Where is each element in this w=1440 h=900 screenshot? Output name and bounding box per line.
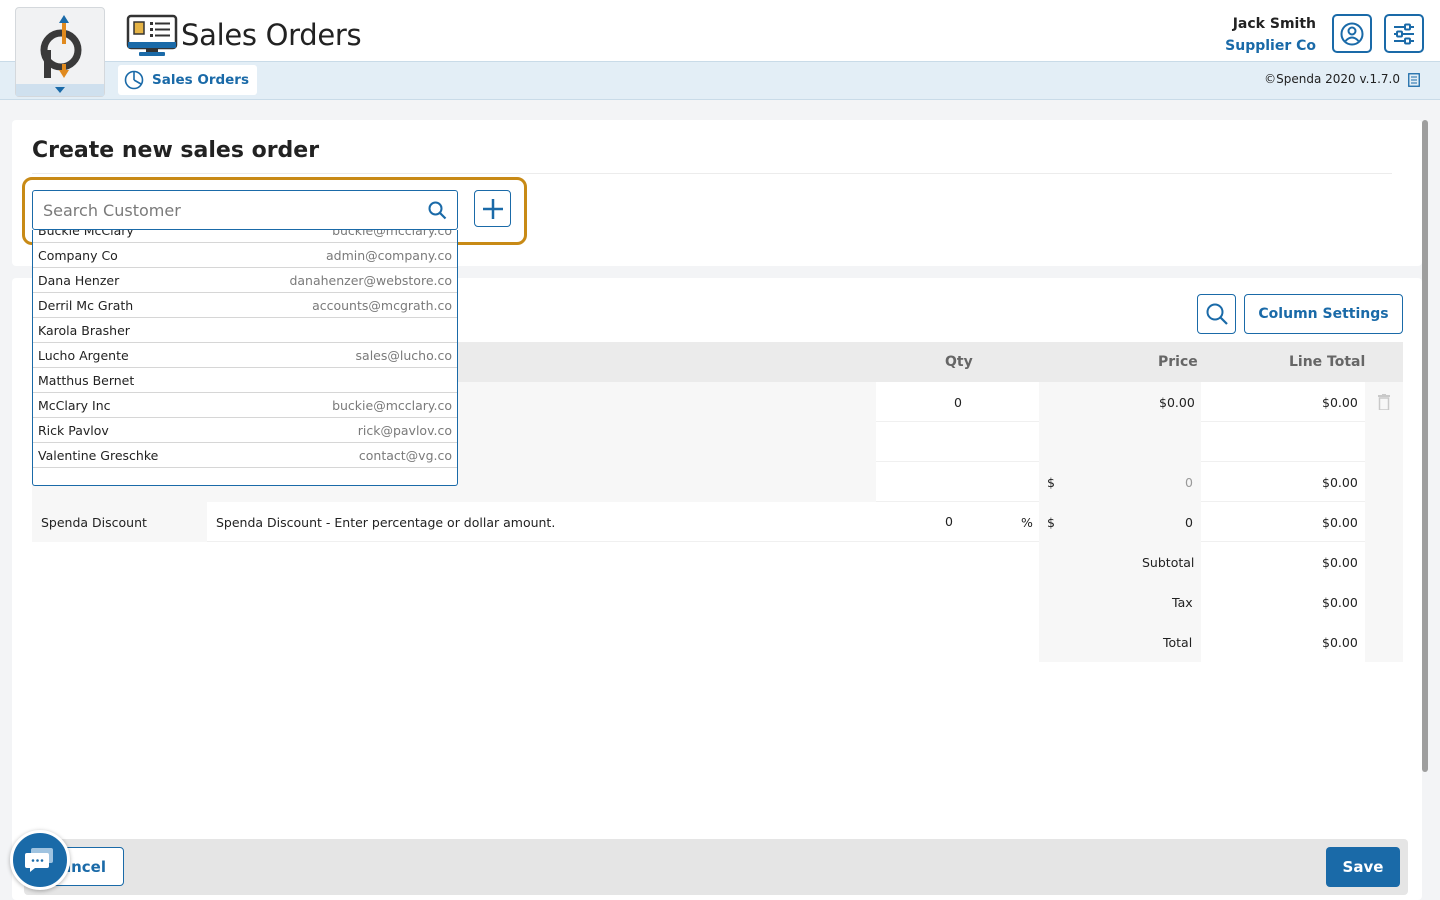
page-title: Create new sales order xyxy=(32,138,320,163)
discount-description: Spenda Discount - Enter percentage or do… xyxy=(216,515,556,530)
list-item[interactable]: Derril Mc Grath accounts@mcgrath.co xyxy=(33,293,457,318)
discount-amount-input[interactable]: 0 xyxy=(1185,515,1193,530)
logo-menu[interactable] xyxy=(15,7,105,97)
discount-currency: $ xyxy=(1047,515,1055,530)
user-circle-icon xyxy=(1340,22,1364,45)
discount-amount-cell[interactable] xyxy=(1039,502,1201,542)
sales-orders-app-icon xyxy=(126,14,178,56)
subtotal-label: Subtotal xyxy=(1142,555,1195,570)
profile-button[interactable] xyxy=(1332,14,1372,53)
line-total-column-header: Line Total xyxy=(1289,354,1366,370)
subtotal-value: $0.00 xyxy=(1322,555,1358,570)
tax-label: Tax xyxy=(1172,595,1193,610)
shipping-price-cell[interactable] xyxy=(1039,462,1201,502)
totals-spacer xyxy=(1365,542,1403,662)
shipping-price-input[interactable]: 0 xyxy=(1185,475,1193,490)
percent-sign: % xyxy=(1021,515,1033,530)
tab-label: Sales Orders xyxy=(152,72,249,88)
customer-name: Matthus Bernet xyxy=(38,373,135,388)
app-title: Sales Orders xyxy=(181,18,362,52)
total-label: Total xyxy=(1163,635,1193,650)
customer-name: Lucho Argente xyxy=(38,348,129,363)
empty-cell xyxy=(1365,502,1403,542)
qty-column-header: Qty xyxy=(945,354,973,370)
list-item[interactable]: Rick Pavlov rick@pavlov.co xyxy=(33,418,457,443)
list-item[interactable]: Karola Brasher xyxy=(33,318,457,343)
version-text: ©Spenda 2020 v.1.7.0 xyxy=(1264,72,1400,86)
customer-email: admin@company.co xyxy=(326,248,452,263)
chat-bubble-icon xyxy=(25,848,53,872)
logo-menu-toggle[interactable] xyxy=(16,84,104,96)
empty-cell xyxy=(1365,462,1403,502)
user-company[interactable]: Supplier Co xyxy=(1225,38,1316,54)
add-customer-button[interactable] xyxy=(474,190,511,227)
action-footer xyxy=(24,839,1408,895)
discount-code: Spenda Discount xyxy=(41,515,147,530)
settings-button[interactable] xyxy=(1384,14,1424,53)
search-icon xyxy=(1206,303,1228,325)
list-item[interactable]: Buckie McClary buckie@mcclary.co xyxy=(33,230,457,243)
customer-name: Karola Brasher xyxy=(38,323,130,338)
trash-icon[interactable] xyxy=(1378,394,1390,410)
line-total-value: $0.00 xyxy=(1322,395,1358,410)
price-value[interactable]: $0.00 xyxy=(1159,395,1195,410)
discount-line-total: $0.00 xyxy=(1322,515,1358,530)
customer-name: Derril Mc Grath xyxy=(38,298,134,313)
list-item[interactable]: McClary Inc buckie@mcclary.co xyxy=(33,393,457,418)
search-icon[interactable] xyxy=(428,201,447,220)
customer-name: Dana Henzer xyxy=(38,273,120,288)
customer-dropdown[interactable]: Buckie McClary buckie@mcclary.co Company … xyxy=(32,230,458,486)
plus-icon xyxy=(482,198,503,219)
empty-cell xyxy=(1365,422,1403,462)
title-divider xyxy=(32,173,1392,174)
customer-email: buckie@mcclary.co xyxy=(332,398,452,413)
discount-percent-input[interactable]: 0 xyxy=(945,514,953,529)
tab-sales-orders[interactable]: Sales Orders xyxy=(118,65,257,95)
column-settings-button[interactable]: Column Settings xyxy=(1244,294,1403,334)
pie-chart-icon xyxy=(124,70,144,90)
customer-search-field[interactable] xyxy=(32,190,458,230)
customer-search-input[interactable] xyxy=(43,200,413,220)
customer-email: buckie@mcclary.co xyxy=(332,230,452,238)
customer-name: Rick Pavlov xyxy=(38,423,109,438)
list-item[interactable]: Company Co admin@company.co xyxy=(33,243,457,268)
customer-list: Buckie McClary buckie@mcclary.co Company … xyxy=(33,230,457,468)
customer-email: danahenzer@webstore.co xyxy=(289,273,452,288)
user-name: Jack Smith xyxy=(1232,16,1316,32)
total-value: $0.00 xyxy=(1322,635,1358,650)
list-item[interactable]: Valentine Greschke contact@vg.co xyxy=(33,443,457,468)
save-button[interactable]: Save xyxy=(1326,847,1400,887)
caret-down-icon xyxy=(55,87,65,93)
customer-name: Valentine Greschke xyxy=(38,448,159,463)
customer-name: McClary Inc xyxy=(38,398,111,413)
empty-cell[interactable] xyxy=(1039,422,1201,462)
customer-email: rick@pavlov.co xyxy=(357,423,452,438)
customer-name: Company Co xyxy=(38,248,118,263)
customer-email: sales@lucho.co xyxy=(355,348,452,363)
shipping-currency: $ xyxy=(1047,475,1055,490)
tax-value: $0.00 xyxy=(1322,595,1358,610)
line-search-button[interactable] xyxy=(1197,294,1236,334)
customer-email: contact@vg.co xyxy=(358,448,452,463)
customer-email: accounts@mcgrath.co xyxy=(312,298,452,313)
list-item[interactable]: Matthus Bernet xyxy=(33,368,457,393)
shipping-line-total: $0.00 xyxy=(1322,475,1358,490)
chat-button[interactable] xyxy=(10,830,70,890)
sliders-icon xyxy=(1394,23,1414,44)
document-icon[interactable] xyxy=(1408,73,1420,87)
customer-name: Buckie McClary xyxy=(38,230,134,238)
page-scrollbar[interactable] xyxy=(1422,120,1428,772)
spenda-logo-icon xyxy=(40,15,82,78)
price-column-header: Price xyxy=(1158,354,1198,370)
list-item[interactable]: Dana Henzer danahenzer@webstore.co xyxy=(33,268,457,293)
list-item[interactable]: Lucho Argente sales@lucho.co xyxy=(33,343,457,368)
qty-value[interactable]: 0 xyxy=(954,395,962,410)
